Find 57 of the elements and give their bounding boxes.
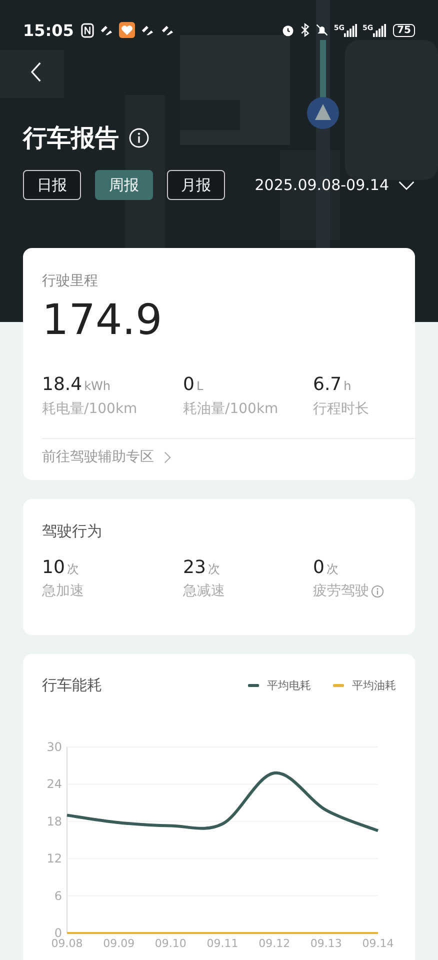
signal-icon [344,24,358,36]
alarm-icon [280,23,295,37]
axis-tick-label: 18 [46,814,62,828]
behavior-label: 急减速 [183,582,225,600]
axis-tick-label: 0 [54,926,62,940]
card-title: 驾驶行为 [42,522,103,541]
mute-icon [314,23,329,37]
period-tab[interactable]: 日报 [23,170,81,200]
behavior-label: 急加速 [42,582,84,600]
count-value: 0 [313,557,324,578]
axis-tick-label: 09.14 [362,937,394,950]
axis-tick-label: 6 [54,888,62,903]
count-unit: 次 [326,561,338,578]
count-unit: 次 [66,561,79,578]
status-time: 15:05 [23,20,74,40]
app-icon [98,24,114,36]
period-tab[interactable]: 月报 [167,170,225,200]
axis-tick-label: 09.12 [258,937,290,950]
back-icon [31,62,42,82]
app-icon [140,24,155,36]
count-value: 23 [183,557,206,578]
axis-tick-label: 30 [46,740,62,754]
app-icon [160,24,175,36]
axis-tick-label: 09.08 [51,937,83,950]
stat-label: 耗电量/100km [42,400,138,418]
stat-value: 0 [183,374,194,395]
page-title: 行车报告 [23,123,119,154]
legend-label: 平均电耗 [267,678,311,693]
location-marker-icon [307,97,339,129]
legend-label: 平均油耗 [352,678,396,693]
signal-icon [373,24,386,36]
stat-unit: kWh [84,379,110,393]
count-unit: 次 [208,561,220,578]
stat-value: 18.4 [42,374,82,395]
battery-level: 75 [393,24,415,36]
count-value: 10 [42,557,65,578]
bluetooth-icon [300,23,310,37]
behavior-label: 疲劳驾驶 [313,582,369,600]
chevron-right-icon [164,450,171,464]
axis-tick-label: 24 [46,777,62,792]
mileage-label: 行驶里程 [42,272,99,290]
axis-tick-label: 09.11 [206,937,238,950]
stat-unit: L [196,379,204,393]
axis-tick-label: 09.10 [154,937,186,950]
date-range-dropdown[interactable]: 2025.09.08-09.14 [254,176,415,194]
stat-label: 耗油量/100km [183,400,280,418]
period-tab[interactable]: 周报 [95,170,153,200]
stat-label: 行程时长 [313,400,369,418]
axis-tick-label: 12 [46,852,62,866]
stat-unit: h [344,379,352,393]
nfc-icon [80,22,94,38]
mileage-value: 174.9 [42,296,164,344]
stat-value: 6.7 [313,374,342,395]
chevron-down-icon [398,180,415,190]
axis-tick-label: 09.09 [103,937,135,950]
axis-tick-label: 09.13 [310,937,342,950]
card-title: 行车能耗 [42,676,102,695]
